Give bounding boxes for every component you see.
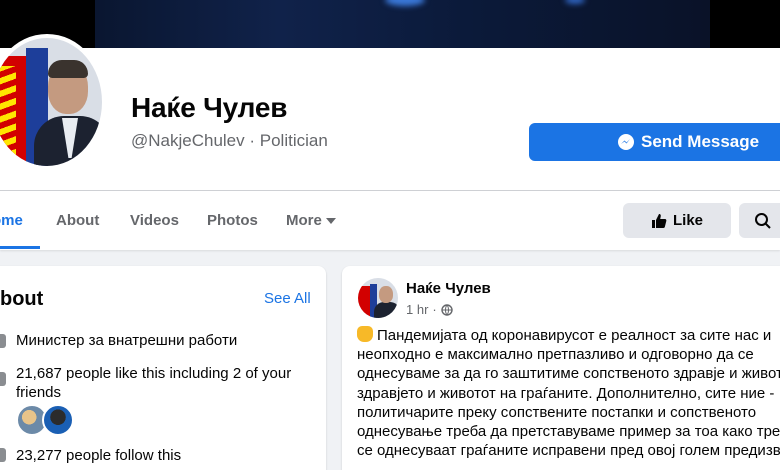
search-button[interactable] [739, 203, 780, 238]
post-line: се однесуваат граѓаните исправени пред о… [357, 442, 780, 460]
send-message-button[interactable]: Send Message [529, 123, 780, 161]
about-item-position: Министер за внатрешни работи [16, 332, 238, 349]
post-author-name[interactable]: Наќе Чулев [406, 280, 491, 297]
messenger-icon [618, 134, 634, 150]
like-button[interactable]: Like [623, 203, 731, 238]
post-line: однесуваме за да го заштитиме сопственот… [357, 365, 780, 383]
friend-avatar[interactable] [42, 404, 74, 436]
tab-more-label: More [286, 212, 322, 229]
caret-down-icon [325, 218, 336, 225]
info-icon [0, 334, 6, 348]
tab-photos[interactable]: Photos [207, 212, 258, 229]
cover-photo[interactable] [0, 0, 780, 48]
tab-home[interactable]: ome [0, 212, 23, 229]
like-icon [0, 372, 6, 386]
post-line: неопходно е максимално претпазливо и одг… [357, 346, 754, 364]
thumbs-up-icon [651, 213, 667, 228]
about-item-followers: 23,277 people follow this [16, 447, 182, 464]
category-text: Politician [259, 131, 328, 150]
tab-about[interactable]: About [56, 212, 99, 229]
post-time-text: 1 hr [406, 302, 429, 317]
like-label: Like [672, 212, 703, 229]
post-body: Пандемијата од коронавирусот е реалност … [357, 326, 780, 460]
page-handle: @NakjeChulev · Politician [131, 131, 328, 150]
globe-icon [441, 303, 453, 316]
page-title: Наќе Чулев [131, 92, 288, 123]
post-timestamp[interactable]: 1 hr · [406, 302, 453, 317]
search-icon [755, 212, 771, 229]
about-item-likes: 21,687 people like this including 2 of y… [16, 365, 292, 401]
post-line: здравјето и животот на граѓаните. Дополн… [357, 384, 775, 402]
header-divider [0, 190, 780, 191]
post-line: однесување треба да претставуваме пример… [357, 423, 780, 441]
active-tab-indicator [0, 246, 40, 249]
send-message-label: Send Message [641, 132, 760, 151]
raised-hand-icon [357, 326, 373, 342]
see-all-link[interactable]: See All [264, 290, 311, 307]
post-line: Пандемијата од коронавирусот е реалност … [357, 326, 780, 345]
post-line: политичарите преку сопствените постапки … [357, 403, 757, 421]
about-title: bout [0, 288, 44, 310]
handle-text: @NakjeChulev [131, 131, 245, 150]
follow-icon [0, 448, 6, 462]
post-author-avatar[interactable] [358, 278, 398, 318]
tab-videos[interactable]: Videos [130, 212, 179, 229]
tab-more[interactable]: More [286, 212, 336, 229]
